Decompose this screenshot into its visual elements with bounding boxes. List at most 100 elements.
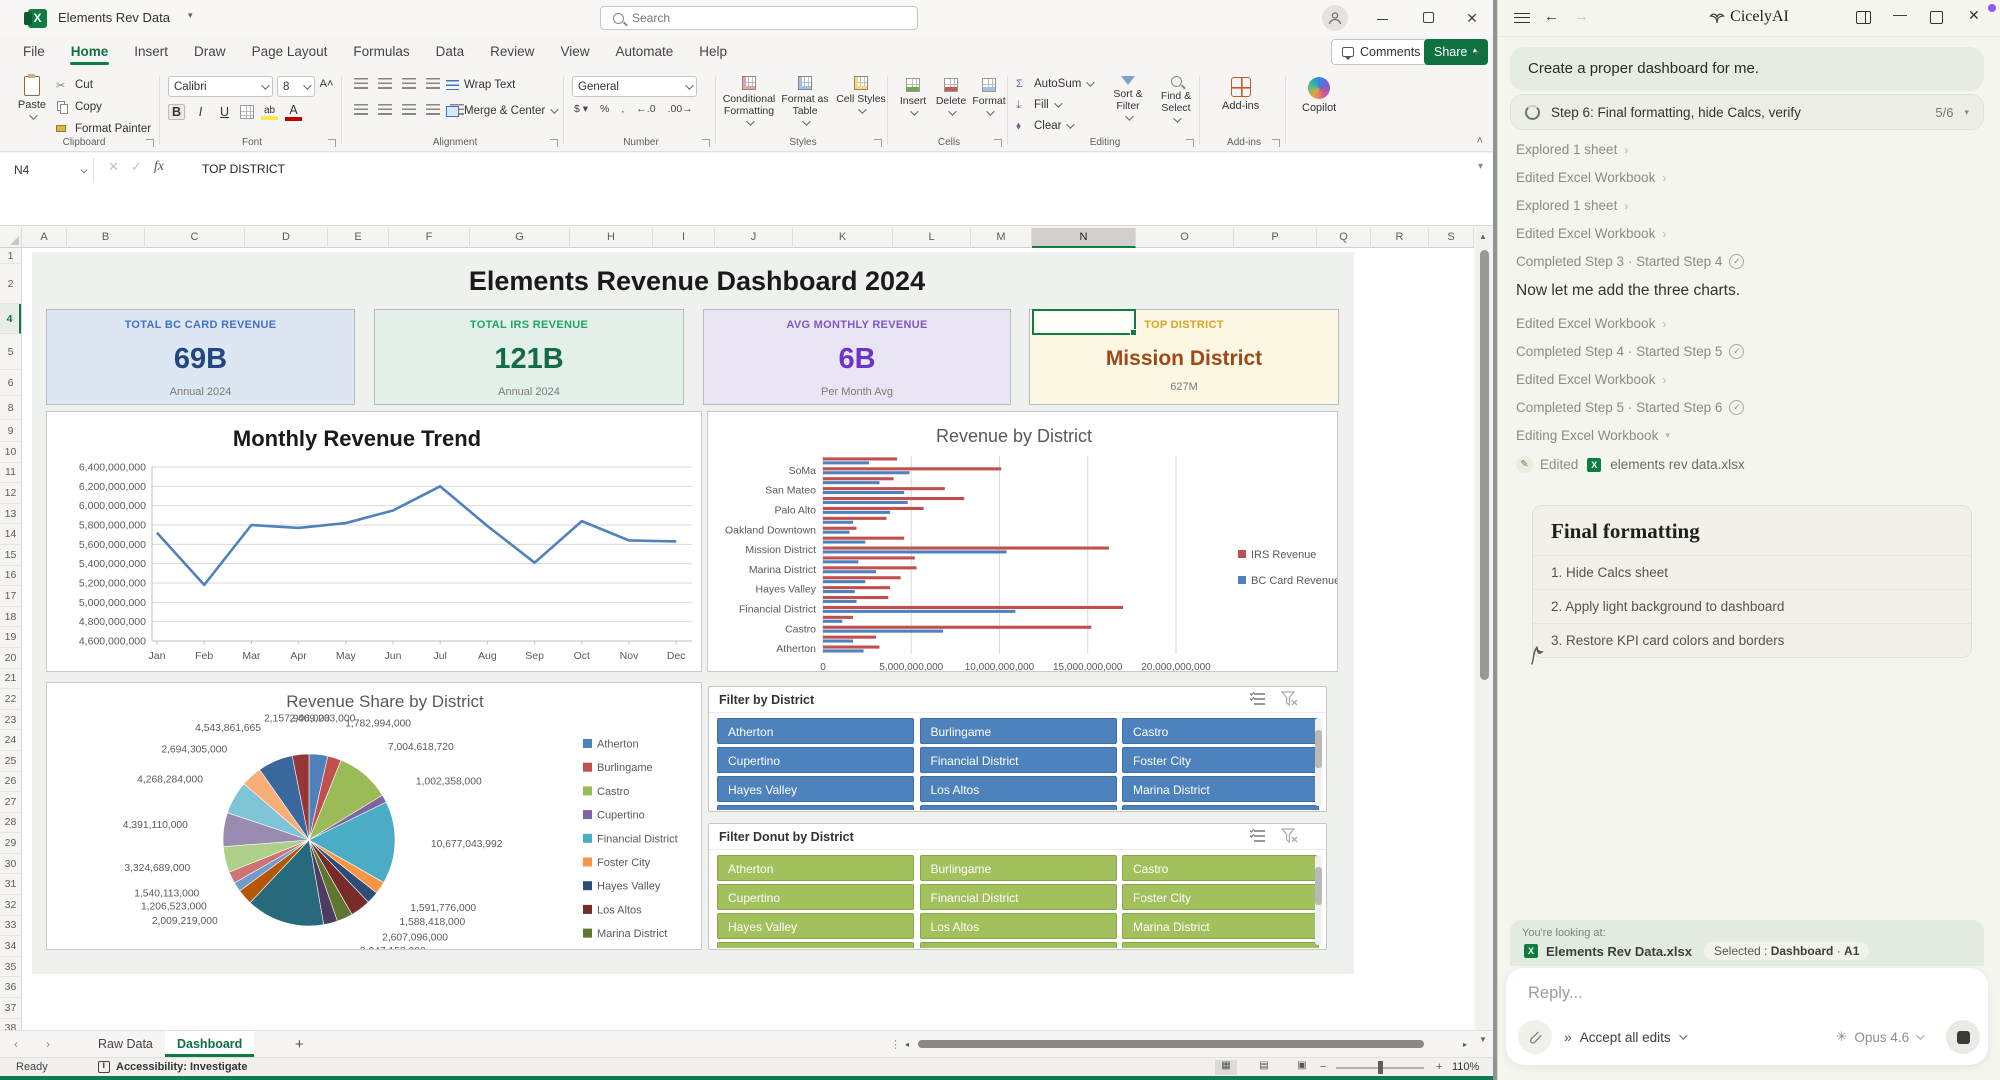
row-header-11[interactable]: 11 [0,463,21,484]
currency-button[interactable]: $ ▾ [574,103,588,115]
row-header-30[interactable]: 30 [0,854,21,875]
attach-button[interactable] [1518,1020,1552,1054]
column-header-O[interactable]: O [1136,228,1234,248]
row-header-25[interactable]: 25 [0,751,21,772]
format-as-table-button[interactable]: Format as Table [778,76,832,126]
column-header-M[interactable]: M [971,228,1032,248]
font-name-select[interactable]: Calibri [168,76,273,97]
insert-button[interactable]: Insert [896,78,930,116]
kpi-card-1[interactable]: TOTAL BC CARD REVENUE69BAnnual 2024 [46,309,355,405]
comma-button[interactable]: , [621,103,624,115]
sheet-tab-dashboard[interactable]: Dashboard [165,1031,254,1057]
merge-center-button[interactable]: Merge & Center [446,101,556,121]
search-input[interactable]: Search [600,6,918,30]
kpi-card-3[interactable]: AVG MONTHLY REVENUE6BPer Month Avg [703,309,1011,405]
slicer-button-financial-district[interactable]: Financial District [920,884,1117,910]
activity-item[interactable]: Edited Excel Workbook› [1516,316,1976,331]
row-header-4[interactable]: 4 [0,304,21,334]
autosum-button[interactable]: ΣAutoSum [1016,74,1092,94]
align-top-icon[interactable] [354,78,368,89]
vertical-scroll-thumb[interactable] [1480,250,1489,680]
grow-font-button[interactable]: A˄ [318,78,335,90]
column-header-I[interactable]: I [653,228,715,248]
increase-decimal-button[interactable]: ←.0 [636,103,655,115]
row-header-32[interactable]: 32 [0,895,21,916]
ribbon-collapse-icon[interactable]: ˄ [1477,135,1483,147]
ribbon-tab-file[interactable]: File [10,36,58,67]
column-header-N[interactable]: N [1032,228,1136,248]
sort-filter-button[interactable]: Sort & Filter [1106,76,1150,121]
insert-function-icon[interactable]: fx [154,159,164,175]
ribbon-group-addins-dialog-launcher-icon[interactable] [1272,139,1280,147]
ribbon-tab-draw[interactable]: Draw [181,36,239,67]
cut-button[interactable]: ✂Cut [56,75,151,95]
row-header-36[interactable]: 36 [0,977,21,998]
slicer-scroll-thumb[interactable] [1315,730,1322,768]
slicer-button-burlingame[interactable]: Burlingame [920,855,1117,881]
row-header-26[interactable]: 26 [0,772,21,793]
row-header-14[interactable]: 14 [0,524,21,545]
ribbon-tab-insert[interactable]: Insert [121,36,181,67]
slicer-button-cupertino[interactable]: Cupertino [717,884,914,910]
row-header-6[interactable]: 6 [0,370,21,396]
ribbon-group-styles-dialog-launcher-icon[interactable] [874,139,882,147]
cell-name-box[interactable]: N4 [8,158,94,181]
horizontal-scrollbar[interactable]: ◂ ▸ [905,1037,1467,1051]
selected-cell-n4[interactable] [1032,309,1136,335]
pie-chart-card[interactable]: Revenue Share by District2,409,233,0001,… [46,682,702,950]
copy-button[interactable]: Copy [56,97,151,117]
conditional-formatting-button[interactable]: Conditional Formatting [722,76,776,126]
row-header-23[interactable]: 23 [0,710,21,731]
assistant-minimize-button[interactable]: — [1893,6,1907,22]
row-header-38[interactable]: 38 [0,1019,21,1030]
italic-button[interactable]: I [192,105,209,119]
slicer-button-financial-district[interactable]: Financial District [920,747,1117,773]
format-button[interactable]: Format [972,78,1006,116]
zoom-out-button[interactable]: − [1320,1061,1326,1073]
slicer-button-hayes-valley[interactable]: Hayes Valley [717,913,914,939]
scroll-right-icon[interactable]: ▸ [1463,1040,1467,1049]
workbook-title-dropdown-icon[interactable]: ▾ [188,10,193,21]
column-header-E[interactable]: E [328,228,389,248]
slicer-button-atherton[interactable]: Atherton [717,855,914,881]
activity-item[interactable]: ✎EditedXelements rev data.xlsx [1516,456,1976,473]
number-format-select[interactable]: General [572,76,697,97]
zoom-in-button[interactable]: + [1436,1061,1442,1073]
scroll-down-icon[interactable]: ▼ [1479,1035,1487,1044]
ribbon-tab-formulas[interactable]: Formulas [340,36,422,67]
row-header-33[interactable]: 33 [0,916,21,937]
align-bottom-icon[interactable] [402,78,416,89]
add-ins-button[interactable]: Add-ins [1222,77,1259,112]
row-header-34[interactable]: 34 [0,936,21,957]
ribbon-tab-data[interactable]: Data [423,36,478,67]
add-sheet-button[interactable]: + [295,1036,304,1053]
page-break-view-button[interactable]: ▣ [1291,1060,1313,1075]
activity-item[interactable]: Explored 1 sheet› [1516,142,1976,157]
row-header-31[interactable]: 31 [0,874,21,895]
share-button[interactable]: Share▾ [1424,39,1488,65]
slicer-button-foster-city[interactable]: Foster City [1122,884,1319,910]
zoom-slider-handle[interactable] [1378,1061,1383,1074]
fill-button[interactable]: ⤓Fill [1016,95,1092,115]
row-header-16[interactable]: 16 [0,566,21,587]
activity-item[interactable]: Edited Excel Workbook› [1516,226,1976,241]
ribbon-group-number-dialog-launcher-icon[interactable] [702,139,710,147]
formula-bar-value[interactable]: TOP DISTRICT [202,162,285,176]
slicer-button-burlingame[interactable]: Burlingame [920,718,1117,744]
worksheet-grid[interactable]: Elements Revenue Dashboard 2024 TOTAL BC… [22,248,1474,1030]
row-header-37[interactable]: 37 [0,998,21,1019]
activity-item[interactable]: Completed Step 5 · Started Step 6✓ [1516,400,1976,415]
accessibility-status[interactable]: Accessibility: Investigate [98,1061,247,1073]
slicer-scrollbar[interactable] [1315,855,1322,945]
row-header-35[interactable]: 35 [0,957,21,978]
row-header-10[interactable]: 10 [0,442,21,463]
ribbon-tab-review[interactable]: Review [477,36,547,67]
ribbon-group-clipboard-dialog-launcher-icon[interactable] [146,139,154,147]
assistant-maximize-button[interactable] [1930,11,1943,24]
sheet-prev-icon[interactable]: ‹ [14,1037,18,1051]
ribbon-group-cells-dialog-launcher-icon[interactable] [994,139,1002,147]
clear-button[interactable]: ⬧Clear [1016,116,1092,136]
activity-item[interactable]: Edited Excel Workbook› [1516,170,1976,185]
row-header-2[interactable]: 2 [0,264,21,304]
decrease-indent-icon[interactable] [426,104,440,115]
